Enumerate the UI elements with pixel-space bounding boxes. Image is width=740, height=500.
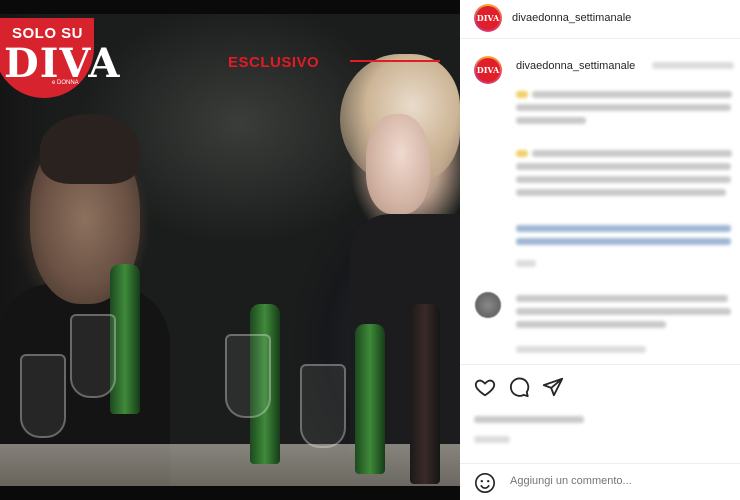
avatar-logo: DIVA [476, 58, 500, 82]
wine-glass [300, 364, 346, 448]
post-sidebar: DIVA divaedonna_settimanale DIVA divaedo… [460, 0, 740, 500]
logo-sub-text: e DONNA [52, 80, 79, 86]
share-icon[interactable] [542, 376, 564, 398]
post-photo[interactable]: SOLO SU DIVA e DONNA ESCLUSIVO [0, 14, 460, 486]
caption-text-blur [516, 189, 726, 196]
comment-text-blur [516, 308, 731, 315]
avatar-logo: DIVA [476, 6, 500, 30]
wine-glass [70, 314, 116, 398]
bottle [410, 304, 440, 484]
photo-bottom-bar [0, 486, 460, 500]
caption-text-blur [652, 62, 734, 69]
comment-input[interactable] [508, 474, 652, 488]
photo-top-bar [0, 0, 460, 14]
emoji-icon[interactable] [474, 472, 496, 494]
emoji-blur [516, 91, 528, 98]
bottle [355, 324, 385, 474]
hashtags-blur [516, 225, 731, 232]
post-time-blur [516, 260, 536, 267]
commenter-avatar[interactable] [475, 292, 501, 318]
exclusive-badge: ESCLUSIVO [228, 54, 320, 71]
likes-blur [474, 416, 584, 423]
comment-text-blur [516, 321, 666, 328]
caption-text-blur [516, 176, 731, 183]
man-hair [40, 114, 140, 184]
wine-glass [20, 354, 66, 438]
woman-face [366, 114, 430, 214]
divider [460, 364, 740, 365]
caption-text-blur [516, 117, 586, 124]
comment-meta-blur [516, 346, 646, 353]
heart-icon[interactable] [474, 376, 496, 398]
account-username[interactable]: divaedonna_settimanale [512, 12, 631, 24]
table [0, 444, 460, 486]
exclusive-line [350, 60, 440, 62]
hashtags-blur [516, 238, 731, 245]
caption-text-blur [532, 150, 732, 157]
action-bar [460, 372, 740, 402]
comment-bar [460, 466, 740, 500]
divider [460, 463, 740, 464]
caption-username[interactable]: divaedonna_settimanale [516, 60, 635, 72]
caption-text-blur [516, 163, 731, 170]
account-avatar[interactable]: DIVA [474, 4, 502, 32]
emoji-blur [516, 150, 528, 157]
post-date-blur [474, 436, 510, 443]
comment-text-blur [516, 295, 728, 302]
caption-text-blur [532, 91, 732, 98]
caption-avatar[interactable]: DIVA [474, 56, 502, 84]
diva-logo: SOLO SU DIVA e DONNA [0, 18, 119, 98]
caption-text-blur [516, 104, 731, 111]
comment-icon[interactable] [508, 376, 530, 398]
wine-glass [225, 334, 271, 418]
post-header: DIVA divaedonna_settimanale [460, 0, 740, 39]
